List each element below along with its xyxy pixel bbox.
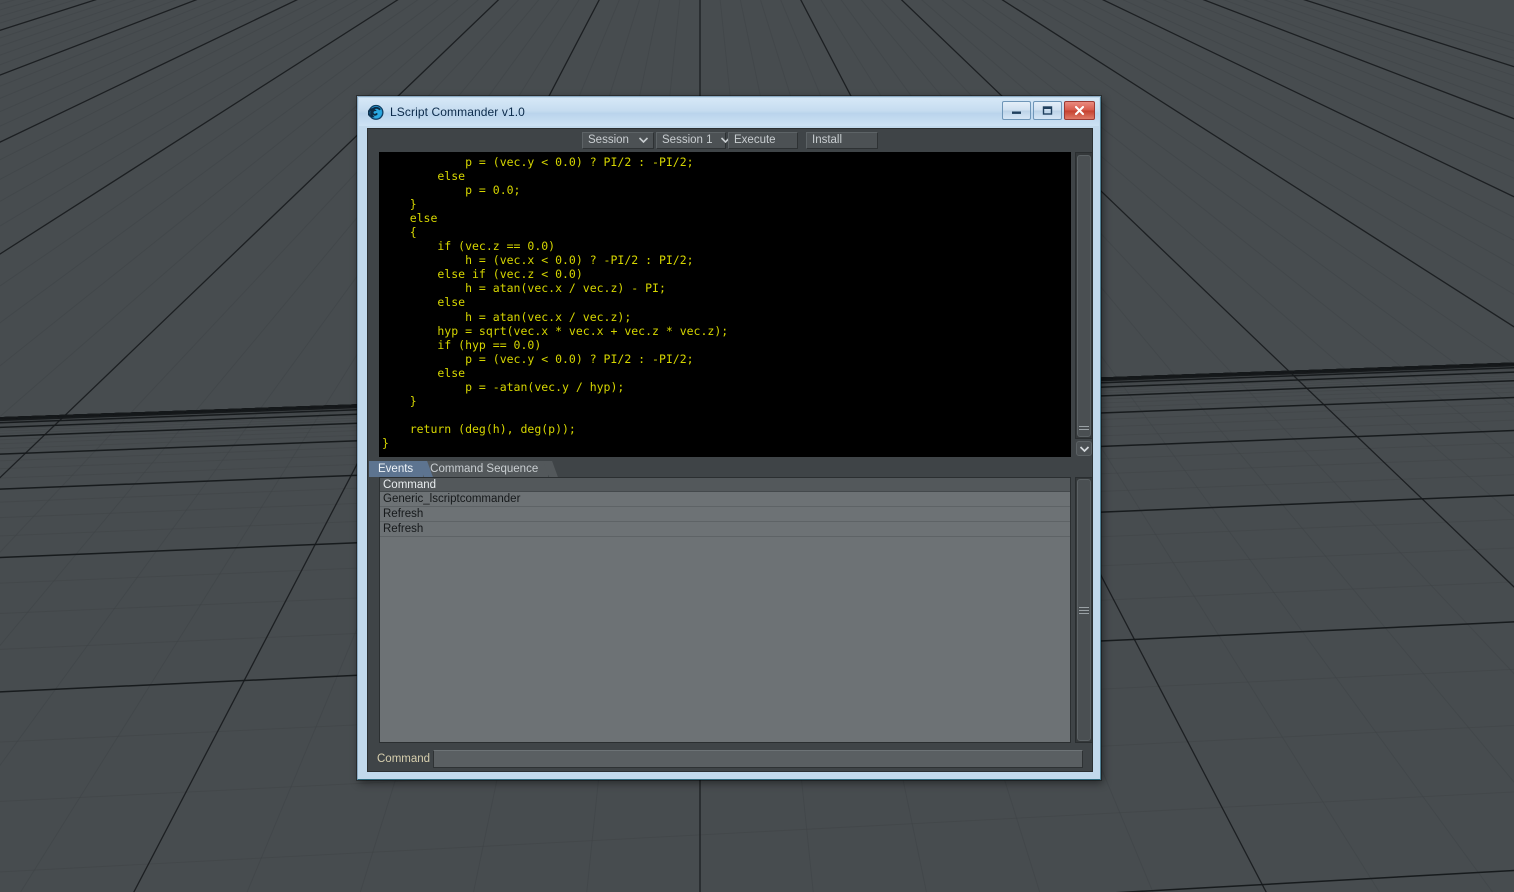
table-row[interactable]: Refresh (380, 507, 1070, 522)
command-input-label: Command (377, 753, 431, 765)
lscript-swirl-icon (367, 104, 384, 120)
install-label: Install (812, 134, 843, 146)
table-row[interactable]: Generic_lscriptcommander (380, 492, 1070, 507)
tab-command-sequence[interactable]: Command Sequence (421, 461, 559, 477)
command-input[interactable] (433, 750, 1083, 768)
chevron-down-icon (638, 134, 649, 146)
lscript-commander-window[interactable]: LScript Commander v1.0 Session Session 1… (357, 96, 1101, 780)
application-body: Session Session 1 Execute Install p = (v… (367, 128, 1093, 772)
tab-edge (543, 461, 559, 477)
row-command-value: Generic_lscriptcommander (383, 493, 521, 505)
minimize-button[interactable] (1002, 101, 1031, 120)
command-bar: Command (369, 747, 1093, 771)
close-button[interactable] (1064, 101, 1095, 120)
row-command-value: Refresh (383, 523, 424, 535)
maximize-button[interactable] (1033, 101, 1062, 120)
session-type-dropdown[interactable]: Session (582, 131, 654, 149)
row-command-value: Refresh (383, 508, 424, 520)
panel-tabstrip[interactable]: Events Command Sequence (369, 459, 1069, 477)
install-button[interactable]: Install (806, 131, 878, 149)
session-number-value: Session 1 (662, 134, 713, 146)
editor-vertical-scrollbar[interactable] (1075, 152, 1093, 439)
window-title: LScript Commander v1.0 (390, 105, 525, 119)
session-type-value: Session (588, 134, 629, 146)
window-titlebar[interactable]: LScript Commander v1.0 (359, 98, 1099, 126)
session-number-dropdown[interactable]: Session 1 (656, 131, 730, 149)
column-header-command[interactable]: Command (380, 478, 1070, 492)
chevron-down-icon (1079, 445, 1089, 452)
scrollbar-grip-icon (1079, 605, 1089, 616)
scrollbar-grip-icon (1079, 424, 1089, 432)
code-editor[interactable]: p = (vec.y < 0.0) ? PI/2 : -PI/2; else p… (369, 152, 1093, 457)
scrollbar-thumb[interactable] (1077, 479, 1091, 741)
events-list[interactable]: Command Generic_lscriptcommander Refresh… (379, 477, 1071, 743)
scrollbar-thumb[interactable] (1077, 155, 1091, 437)
tab-events[interactable]: Events (369, 461, 434, 477)
table-row[interactable]: Refresh (380, 522, 1070, 537)
code-text-area[interactable]: p = (vec.y < 0.0) ? PI/2 : -PI/2; else p… (379, 152, 1071, 457)
events-vertical-scrollbar[interactable] (1075, 477, 1093, 743)
window-controls[interactable] (1002, 101, 1095, 120)
tab-command-sequence-label: Command Sequence (430, 463, 539, 475)
column-header-label: Command (383, 478, 437, 491)
scroll-down-button[interactable] (1076, 441, 1092, 456)
execute-label: Execute (734, 134, 776, 146)
toolbar: Session Session 1 Execute Install (368, 129, 1092, 151)
tab-events-label: Events (378, 463, 414, 475)
execute-button[interactable]: Execute (728, 131, 798, 149)
code-content[interactable]: p = (vec.y < 0.0) ? PI/2 : -PI/2; else p… (379, 152, 1071, 450)
events-panel: Command Generic_lscriptcommander Refresh… (369, 477, 1093, 745)
